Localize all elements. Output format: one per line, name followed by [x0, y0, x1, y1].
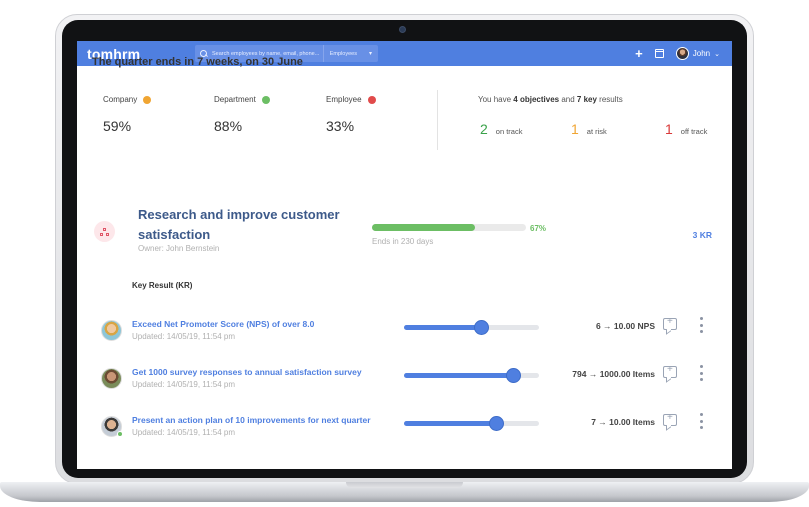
- topbar-actions: + John ⌄: [635, 41, 720, 66]
- slider-knob[interactable]: [473, 320, 489, 335]
- search-scope-label: Employees: [329, 50, 357, 57]
- at-risk-label: at risk: [586, 127, 607, 136]
- online-status-dot: [117, 431, 123, 437]
- key-result-row: Get 1000 survey responses to annual sati…: [77, 364, 732, 404]
- stat-value: 33%: [326, 118, 355, 134]
- stat-label: Department: [214, 95, 256, 104]
- progress-fill: [372, 224, 476, 231]
- key-result-title[interactable]: Exceed Net Promoter Score (NPS) of over …: [132, 319, 314, 329]
- key-result-updated: Updated: 14/05/19, 11:54 pm: [132, 428, 236, 437]
- objective-progress-bar: [372, 224, 526, 231]
- calendar-icon[interactable]: [654, 49, 664, 58]
- slider-fill: [404, 325, 481, 330]
- slider-fill: [404, 373, 514, 378]
- objective-ends: Ends in 230 days: [372, 237, 434, 246]
- avatar: [675, 47, 689, 60]
- at-risk-count[interactable]: 1 at risk: [571, 121, 607, 137]
- on-track-label: on track: [495, 127, 523, 136]
- off-track-count[interactable]: 1 off track: [665, 121, 707, 137]
- stat-value: 59%: [103, 118, 132, 134]
- divider: [437, 90, 438, 150]
- objectives-summary: You have 4 objectives and 7 key results: [478, 95, 623, 104]
- avatar: [101, 368, 122, 389]
- key-result-title[interactable]: Present an action plan of 10 improvement…: [132, 415, 371, 425]
- objective-owner: Owner: John Bernstein: [138, 244, 220, 253]
- objective-title[interactable]: Research and improve customer satisfacti…: [138, 205, 368, 245]
- user-menu[interactable]: John ⌄: [675, 47, 720, 60]
- slider-knob[interactable]: [488, 416, 504, 431]
- stat-company: Company 59%: [103, 95, 152, 134]
- add-comment-icon[interactable]: [663, 364, 677, 378]
- key-result-updated: Updated: 14/05/19, 11:54 pm: [132, 380, 236, 389]
- status-dot: [367, 95, 376, 104]
- key-result-slider[interactable]: [404, 416, 539, 431]
- stats-panel: Company 59% Department 88% Employee 33% …: [103, 90, 715, 153]
- avatar: [101, 320, 122, 341]
- at-risk-number: 1: [571, 121, 579, 137]
- status-dot: [261, 95, 270, 104]
- plus-icon[interactable]: +: [635, 47, 643, 60]
- key-result-updated: Updated: 14/05/19, 11:54 pm: [132, 332, 236, 341]
- more-options-icon[interactable]: [699, 317, 703, 333]
- stat-employee: Employee 33%: [326, 95, 376, 134]
- status-dot: [143, 95, 152, 104]
- more-options-icon[interactable]: [699, 365, 703, 381]
- chevron-down-icon: ⌄: [714, 50, 720, 58]
- key-result-row: Exceed Net Promoter Score (NPS) of over …: [77, 316, 732, 356]
- on-track-number: 2: [480, 121, 488, 137]
- chevron-down-icon: ▾: [368, 51, 372, 57]
- key-result-title[interactable]: Get 1000 survey responses to annual sati…: [132, 367, 362, 377]
- stat-label: Company: [103, 95, 138, 104]
- key-result-value: 794 → 1000.00 Items: [572, 369, 655, 379]
- key-result-slider[interactable]: [404, 368, 539, 383]
- key-result-value: 7 → 10.00 Items: [591, 417, 655, 427]
- app-screen: tomhrm Search employees by name, email, …: [77, 41, 732, 469]
- off-track-label: off track: [680, 127, 708, 136]
- slider-fill: [404, 421, 496, 426]
- summary-prefix: You have: [478, 95, 514, 104]
- stat-value: 88%: [214, 118, 243, 134]
- summary-and: and: [559, 95, 577, 104]
- sitemap-icon: [94, 221, 115, 242]
- summary-objectives: 4 objectives: [513, 95, 560, 104]
- stat-label: Employee: [326, 95, 362, 104]
- key-results-heading: Key Result (KR): [132, 281, 193, 290]
- objective-progress-percent: 67%: [530, 224, 547, 233]
- add-comment-icon[interactable]: [663, 412, 677, 426]
- more-options-icon[interactable]: [699, 413, 703, 429]
- on-track-count[interactable]: 2 on track: [480, 121, 522, 137]
- objective-card[interactable]: Research and improve customer satisfacti…: [77, 191, 732, 253]
- key-result-slider[interactable]: [404, 320, 539, 335]
- quarter-banner: The quarter ends in 7 weeks, on 30 June: [92, 56, 303, 68]
- stat-department: Department 88%: [214, 95, 270, 134]
- key-result-row: Present an action plan of 10 improvement…: [77, 412, 732, 452]
- user-name: John: [692, 49, 711, 58]
- laptop-base-notch: [346, 482, 463, 488]
- summary-key-results: 7 key: [576, 95, 597, 104]
- add-comment-icon[interactable]: [663, 316, 677, 330]
- key-result-value: 6 → 10.00 NPS: [595, 321, 655, 331]
- camera-icon: [399, 26, 406, 33]
- off-track-number: 1: [665, 121, 673, 137]
- search-scope-select[interactable]: Employees ▾: [322, 45, 378, 62]
- summary-suffix: results: [596, 95, 623, 104]
- slider-knob[interactable]: [506, 368, 522, 383]
- kr-count-link[interactable]: 3 KR: [693, 230, 712, 240]
